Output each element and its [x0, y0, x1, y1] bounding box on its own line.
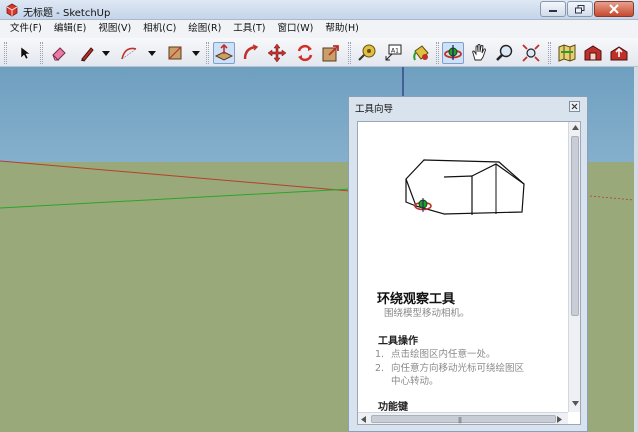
step-text-continued: 中心转动。 — [391, 376, 439, 387]
text-label-button[interactable]: A1 — [382, 42, 404, 64]
close-icon — [609, 4, 619, 14]
move-button[interactable] — [266, 42, 288, 64]
menu-edit[interactable]: 编辑(E) — [48, 20, 92, 38]
orbit-button[interactable] — [442, 42, 464, 64]
panel-header[interactable]: 工具向导 — [349, 97, 587, 115]
map-icon — [558, 44, 576, 62]
paint-bucket-icon — [413, 45, 429, 61]
pan-icon — [472, 44, 486, 61]
tape-measure-icon — [358, 44, 376, 61]
orbit-house-illustration — [405, 159, 525, 215]
zoom-button[interactable] — [494, 42, 516, 64]
step-number: 1. — [375, 349, 385, 360]
push-pull-icon — [214, 43, 234, 61]
horizontal-scroll-thumb[interactable]: ||| — [371, 415, 556, 424]
tape-measure-button[interactable] — [356, 42, 378, 64]
menu-window[interactable]: 窗口(W) — [272, 20, 320, 38]
step-item: 1. 点击绘图区内任意一处。 — [375, 346, 496, 360]
rotate-icon — [297, 44, 313, 62]
toolbar-separator — [548, 42, 551, 64]
vertical-scrollbar[interactable] — [568, 122, 580, 412]
zoom-icon — [496, 44, 513, 61]
pencil-dropdown-icon[interactable] — [102, 51, 110, 57]
minimize-button[interactable] — [540, 1, 566, 17]
share-model-button[interactable] — [608, 42, 630, 64]
restore-button[interactable] — [567, 1, 593, 17]
menu-bar: 文件(F) 编辑(E) 视图(V) 相机(C) 绘图(R) 工具(T) 窗口(W… — [0, 20, 638, 38]
menu-view[interactable]: 视图(V) — [92, 20, 137, 38]
eraser-button[interactable] — [48, 42, 70, 64]
close-window-button[interactable] — [594, 1, 634, 17]
select-icon — [20, 46, 31, 60]
pan-button[interactable] — [468, 42, 490, 64]
horizontal-scrollbar[interactable]: ||| — [358, 412, 568, 424]
menu-tools[interactable]: 工具(T) — [227, 20, 271, 38]
step-item: 2. 向任意方向移动光标可绕绘图区 — [375, 360, 524, 374]
toolbar-grip[interactable] — [4, 42, 7, 64]
add-location-button[interactable] — [556, 42, 578, 64]
paint-bucket-button[interactable] — [410, 42, 432, 64]
scroll-right-icon[interactable] — [557, 416, 562, 423]
rectangle-icon — [168, 46, 182, 60]
panel-content: 环绕观察工具 围绕模型移动相机。 工具操作 1. 点击绘图区内任意一处。 2. 向任… — [357, 121, 581, 425]
tool-guide-panel: 工具向导 环绕观察工具 围绕模型移动相机。 工具操作 1. 点击绘图区内任意一处。… — [348, 96, 588, 432]
red-axis — [0, 160, 351, 192]
arc-dropdown-icon[interactable] — [148, 51, 156, 57]
rectangle-dropdown-icon[interactable] — [192, 51, 200, 57]
restore-icon — [575, 4, 585, 13]
title-bar: 无标题 - SketchUp — [0, 0, 638, 20]
function-keys-heading: 功能键 — [378, 402, 408, 413]
step-number: 2. — [375, 363, 385, 374]
menu-help[interactable]: 帮助(H) — [319, 20, 365, 38]
scroll-down-icon[interactable] — [572, 401, 579, 406]
tool-description: 围绕模型移动相机。 — [384, 308, 470, 319]
sketchup-logo-icon — [6, 3, 18, 17]
scroll-left-icon[interactable] — [361, 416, 366, 423]
scale-button[interactable] — [320, 42, 342, 64]
follow-me-button[interactable] — [240, 42, 262, 64]
move-icon — [267, 43, 287, 63]
text-label-icon: A1 — [385, 44, 402, 61]
close-icon — [571, 103, 578, 110]
scroll-up-icon[interactable] — [572, 125, 579, 130]
panel-close-button[interactable] — [569, 101, 580, 112]
toolbar-separator — [436, 42, 439, 64]
zoom-extents-icon — [522, 44, 540, 62]
push-pull-button[interactable] — [213, 42, 235, 64]
panel-title: 工具向导 — [355, 104, 394, 115]
menu-file[interactable]: 文件(F) — [4, 20, 48, 38]
pencil-icon — [81, 47, 94, 62]
rectangle-button[interactable] — [164, 42, 186, 64]
scale-icon — [322, 45, 339, 62]
operations-heading: 工具操作 — [378, 336, 418, 347]
select-button[interactable] — [14, 42, 36, 64]
vertical-scroll-thumb[interactable] — [571, 136, 579, 316]
zoom-extents-button[interactable] — [520, 42, 542, 64]
red-axis-extension — [589, 195, 634, 201]
window-title: 无标题 - SketchUp — [23, 8, 111, 19]
orbit-icon — [444, 45, 462, 60]
arc-icon — [121, 47, 137, 60]
warehouse-button[interactable] — [582, 42, 604, 64]
toolbar-separator — [40, 42, 43, 64]
share-icon — [610, 46, 628, 61]
eraser-icon — [52, 47, 66, 61]
toolbar: A1 — [0, 38, 638, 67]
toolbar-separator — [348, 42, 351, 64]
menu-camera[interactable]: 相机(C) — [137, 20, 182, 38]
pencil-button[interactable] — [76, 42, 98, 64]
rotate-button[interactable] — [294, 42, 316, 64]
scroll-grip-icon: ||| — [458, 417, 462, 424]
minimize-icon — [549, 10, 557, 12]
step-text: 点击绘图区内任意一处。 — [391, 349, 496, 360]
menu-draw[interactable]: 绘图(R) — [182, 20, 227, 38]
follow-me-icon — [243, 44, 259, 60]
warehouse-icon — [584, 45, 602, 61]
toolbar-separator — [206, 42, 209, 64]
green-axis — [0, 188, 351, 209]
arc-button[interactable] — [118, 42, 140, 64]
svg-text:A1: A1 — [391, 48, 399, 55]
